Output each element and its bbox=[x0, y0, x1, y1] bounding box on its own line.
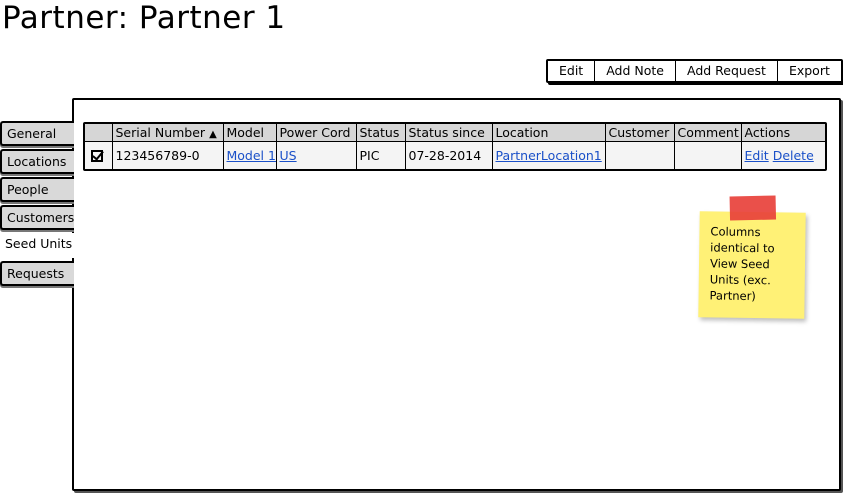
delete-link[interactable]: Delete bbox=[773, 148, 814, 163]
table-row: 123456789-0 Model 1 US PIC 07-28-2014 Pa… bbox=[85, 140, 825, 169]
cell-status: PIC bbox=[355, 140, 405, 169]
table-header-row: Serial Number ▲ Model Power Cord Status S… bbox=[85, 124, 825, 141]
model-link[interactable]: Model 1 bbox=[227, 148, 276, 163]
cell-location: PartnerLocation1 bbox=[491, 140, 605, 169]
edit-button[interactable]: Edit bbox=[548, 61, 595, 81]
header-power-cord[interactable]: Power Cord bbox=[275, 124, 356, 141]
header-status-since[interactable]: Status since bbox=[404, 124, 492, 141]
header-actions: Actions bbox=[740, 124, 825, 141]
header-serial-number[interactable]: Serial Number ▲ bbox=[111, 124, 223, 141]
row-select-cell bbox=[85, 140, 112, 169]
tab-locations[interactable]: Locations bbox=[0, 149, 74, 174]
add-request-button[interactable]: Add Request bbox=[674, 61, 777, 81]
cell-power-cord: US bbox=[275, 140, 356, 169]
cell-model: Model 1 bbox=[222, 140, 276, 169]
cell-status-since: 07-28-2014 bbox=[404, 140, 492, 169]
location-link[interactable]: PartnerLocation1 bbox=[496, 148, 602, 163]
sticky-note-text: Columns identical to View Seed Units (ex… bbox=[709, 224, 775, 304]
cell-serial-number: 123456789-0 bbox=[111, 140, 223, 169]
header-serial-number-label: Serial Number bbox=[115, 124, 206, 140]
sticky-note: Columns identical to View Seed Units (ex… bbox=[698, 195, 806, 319]
header-status[interactable]: Status bbox=[355, 124, 405, 141]
tab-seed-units[interactable]: Seed Units bbox=[0, 233, 76, 258]
cell-comment bbox=[673, 140, 741, 169]
toolbar: Edit Add Note Add Request Export bbox=[546, 59, 843, 83]
edit-link[interactable]: Edit bbox=[745, 148, 769, 163]
header-select bbox=[85, 124, 112, 141]
power-cord-link[interactable]: US bbox=[280, 148, 297, 163]
cell-actions: Edit Delete bbox=[740, 140, 825, 169]
tab-general[interactable]: General bbox=[0, 121, 74, 146]
cell-customer bbox=[604, 140, 674, 169]
header-comment[interactable]: Comment bbox=[673, 124, 741, 141]
header-location[interactable]: Location bbox=[491, 124, 605, 141]
tab-people[interactable]: People bbox=[0, 177, 74, 202]
vertical-tabs: General Locations People Customers Seed … bbox=[0, 121, 76, 289]
page-title: Partner: Partner 1 bbox=[2, 0, 286, 36]
sticky-note-tape bbox=[729, 195, 777, 221]
sort-ascending-icon: ▲ bbox=[209, 128, 217, 140]
checkbox-checked-icon[interactable] bbox=[91, 149, 103, 162]
header-customer[interactable]: Customer bbox=[604, 124, 674, 141]
export-button[interactable]: Export bbox=[776, 61, 841, 81]
tab-requests[interactable]: Requests bbox=[0, 261, 74, 286]
tab-customers[interactable]: Customers bbox=[0, 205, 74, 230]
seed-units-table: Serial Number ▲ Model Power Cord Status S… bbox=[83, 122, 827, 171]
add-note-button[interactable]: Add Note bbox=[594, 61, 675, 81]
header-model[interactable]: Model bbox=[222, 124, 276, 141]
